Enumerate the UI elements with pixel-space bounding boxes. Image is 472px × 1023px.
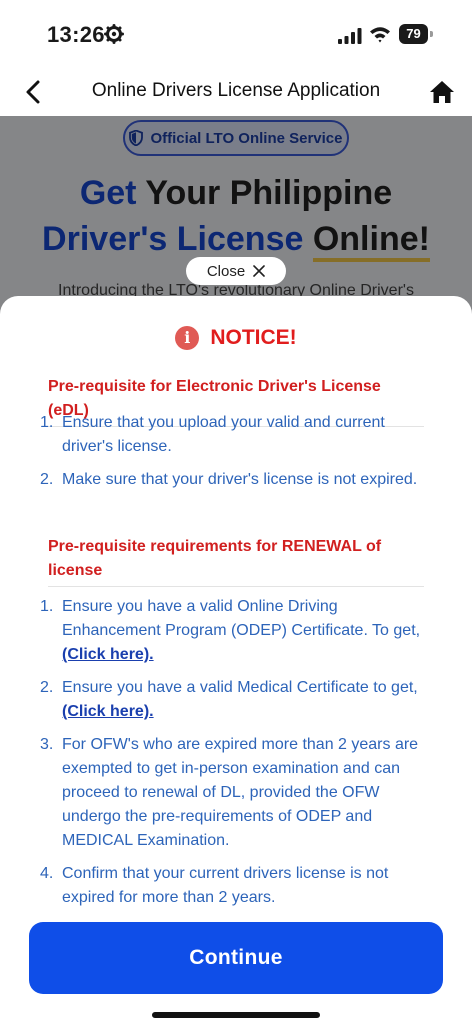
notice-header: i NOTICE!	[0, 326, 472, 350]
list-item: 1. Ensure you have a valid Online Driving…	[40, 598, 421, 663]
cellular-signal-icon	[338, 28, 362, 44]
list-item: 3. For OFW's who are expired more than 2 …	[40, 736, 419, 849]
list-item: 1. Ensure that you upload your valid and …	[40, 414, 385, 455]
home-indicator	[152, 1012, 320, 1018]
list-item: 4. Confirm that your current drivers lice…	[40, 865, 389, 906]
medical-click-here-link[interactable]: (Click here).	[62, 703, 154, 720]
app-header: Online Drivers License Application	[0, 70, 472, 116]
status-time: 13:26	[47, 22, 105, 47]
renewal-requirements-list: 1. Ensure you have a valid Online Driving…	[40, 595, 430, 919]
close-button[interactable]: Close	[186, 257, 286, 285]
odep-click-here-link[interactable]: (Click here).	[62, 646, 154, 663]
wifi-icon	[370, 27, 390, 43]
close-label: Close	[206, 262, 246, 280]
back-chevron-icon[interactable]	[22, 78, 46, 106]
close-icon	[253, 265, 265, 277]
info-icon: i	[175, 326, 200, 350]
list-item: 2. Ensure you have a valid Medical Certif…	[40, 679, 418, 720]
notice-sheet: i NOTICE! Pre-requisite for Electronic D…	[0, 296, 472, 1023]
notice-title: NOTICE!	[210, 326, 297, 349]
list-item: 2. Make sure that your driver's license i…	[40, 471, 418, 488]
gear-icon	[104, 24, 124, 44]
page-title: Online Drivers License Application	[91, 80, 381, 101]
battery-level: 79	[399, 24, 428, 44]
battery-icon: 79	[399, 24, 435, 44]
home-icon[interactable]	[428, 78, 456, 106]
renewal-section-title: Pre-requisite requirements for RENEWAL o…	[48, 535, 424, 587]
edl-requirements-list: 1. Ensure that you upload your valid and …	[40, 411, 430, 501]
status-bar: 13:26 79	[0, 0, 472, 70]
continue-button[interactable]: Continue	[29, 922, 443, 994]
